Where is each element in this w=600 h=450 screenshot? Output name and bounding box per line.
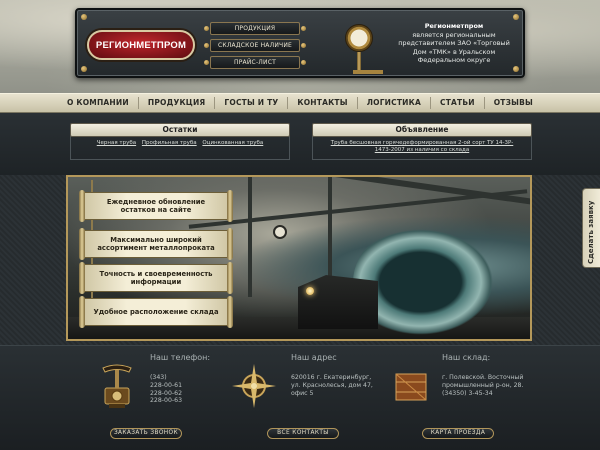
girder xyxy=(188,189,528,229)
girder xyxy=(328,177,332,277)
announcement-line[interactable]: Труба бесшовная горячедеформированная 2-… xyxy=(331,140,514,146)
banner-scroll-accuracy: Точность и своевременность информации xyxy=(79,262,233,294)
scroll-text: Удобное расположение склада xyxy=(93,307,219,316)
header-button-pricelist[interactable]: ПРАЙС-ЛИСТ xyxy=(204,56,306,69)
nav-item-standards[interactable]: ГОСТЫ И ТУ xyxy=(215,97,289,109)
all-contacts-button[interactable]: ВСЕ КОНТАКТЫ xyxy=(267,428,339,439)
rivet-icon xyxy=(513,66,519,72)
gauge-base xyxy=(353,70,383,74)
nav-item-reviews[interactable]: ОТЗЫВЫ xyxy=(485,97,542,109)
header-plaque: РЕГИОНМЕТПРОМ ПРОДУКЦИЯ СКЛАДСКОЕ НАЛИЧИ… xyxy=(75,8,525,78)
stock-link-black-pipe[interactable]: Черная труба xyxy=(97,140,136,146)
stock-link-galvanized-pipe[interactable]: Оцинкованная труба xyxy=(202,140,263,146)
warehouse-text: г. Полевской. Восточный промышленный р-о… xyxy=(442,374,523,397)
nav-item-about[interactable]: О КОМПАНИИ xyxy=(58,97,139,109)
company-desc-line: Дом «ТМК» в Уральском xyxy=(412,47,496,56)
scroll-text: информации xyxy=(130,278,182,286)
scroll-text: Максимально широкий xyxy=(110,235,202,244)
banner-scroll-location: Удобное расположение склада xyxy=(79,296,233,328)
phone-title: Наш телефон: xyxy=(150,353,211,362)
phone-line: (343) xyxy=(150,374,167,381)
nav-item-products[interactable]: ПРОДУКЦИЯ xyxy=(139,97,216,109)
site-logo[interactable]: РЕГИОНМЕТПРОМ xyxy=(87,30,195,60)
nav-item-logistics[interactable]: ЛОГИСТИКА xyxy=(358,97,431,109)
rivet-icon xyxy=(81,14,87,20)
stock-link-profile-pipe[interactable]: Профильная труба xyxy=(142,140,197,146)
rivet-icon xyxy=(513,14,519,20)
rivet-icon xyxy=(81,66,87,72)
announcement-title: Объявление xyxy=(312,123,532,137)
nav-item-contacts[interactable]: КОНТАКТЫ xyxy=(288,97,358,109)
company-desc-line: Федеральном округе xyxy=(417,56,491,64)
company-name: Регионметпром xyxy=(424,22,484,30)
phone-line[interactable]: 228-00-61 xyxy=(150,382,182,390)
warehouse-line: г. Полевской. Восточный xyxy=(442,374,524,381)
banner-scroll-assortment: Максимально широкий ассортимент металлопр… xyxy=(79,228,233,260)
address-line: ул. Краснолесья, дом 47, xyxy=(291,381,373,389)
address-line: офис 5 xyxy=(291,389,314,397)
warehouse-title: Наш склад: xyxy=(442,353,491,362)
gauge-icon xyxy=(345,24,373,52)
side-tab-label: Сделать заявку xyxy=(587,200,595,264)
banner-scroll-daily-update: Ежедневное обновление остатков на сайте xyxy=(79,190,233,222)
girder xyxy=(248,177,252,297)
header-button-stock[interactable]: СКЛАДСКОЕ НАЛИЧИЕ xyxy=(204,39,306,52)
phone-line[interactable]: 228-00-62 xyxy=(150,390,182,398)
header-button-products[interactable]: ПРОДУКЦИЯ xyxy=(204,22,306,35)
nav-item-articles[interactable]: СТАТЬИ xyxy=(431,97,485,109)
address-title: Наш адрес xyxy=(291,353,337,362)
phone-line[interactable]: 228-00-63 xyxy=(150,397,182,405)
request-side-tab[interactable]: Сделать заявку xyxy=(582,188,600,268)
phone-numbers: (343) 228-00-61 228-00-62 228-00-63 xyxy=(150,374,182,405)
company-desc-line: является региональным xyxy=(412,30,496,39)
headlamp-icon xyxy=(306,287,314,295)
address-line: 620016 г. Екатеринбург, xyxy=(291,374,372,381)
warehouse-line: (34350) 3-45-34 xyxy=(442,389,493,397)
stock-title: Остатки xyxy=(70,123,290,137)
scroll-text: Ежедневное обновление xyxy=(106,197,206,206)
route-map-button[interactable]: КАРТА ПРОЕЗДА xyxy=(422,428,494,439)
scroll-text: ассортимент металлопроката xyxy=(97,244,215,252)
scroll-text: остатков на сайте xyxy=(120,206,192,214)
company-description: Регионметпром является региональным пред… xyxy=(384,22,524,65)
telephone-icon xyxy=(102,364,132,408)
announcement-text[interactable]: Труба бесшовная горячедеформированная 2-… xyxy=(316,140,528,154)
company-desc-line: представителем ЗАО «Торговый xyxy=(398,39,510,47)
compass-icon xyxy=(232,364,276,408)
clock-icon xyxy=(273,225,287,239)
stock-links: Черная труба Профильная труба Оцинкованн… xyxy=(70,140,290,147)
request-call-button[interactable]: ЗАКАЗАТЬ ЗВОНОК xyxy=(110,428,182,439)
warehouse-line: промышленный р-он, 28. xyxy=(442,381,524,389)
girder xyxy=(219,177,530,206)
main-nav: О КОМПАНИИ ПРОДУКЦИЯ ГОСТЫ И ТУ КОНТАКТЫ… xyxy=(0,93,600,113)
announcement-line[interactable]: 1473-2007 из наличия со склада xyxy=(375,147,469,153)
crate-icon xyxy=(395,373,427,401)
address-text: 620016 г. Екатеринбург, ул. Краснолесья,… xyxy=(291,374,373,397)
scroll-text: Точность и своевременность xyxy=(99,269,213,278)
